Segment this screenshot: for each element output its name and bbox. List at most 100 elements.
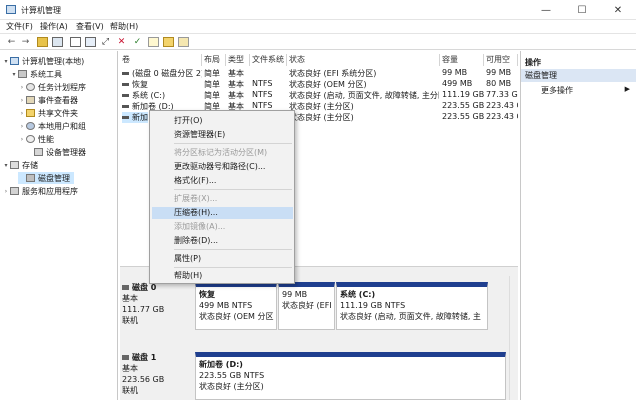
menu-change-drive-letter[interactable]: 更改驱动器号和路径(C)... — [152, 161, 293, 173]
column-header-free[interactable]: 可用空 — [484, 54, 518, 66]
chevron-right-icon[interactable]: ▶ — [625, 85, 630, 93]
clock-icon — [26, 83, 35, 91]
tree-shared-folders[interactable]: › 共享文件夹 — [18, 107, 78, 119]
menu-add-mirror[interactable]: 添加镜像(A)... — [152, 221, 293, 233]
menu-shrink-volume[interactable]: 压缩卷(H)... — [152, 207, 293, 219]
disk-type: 基本 — [122, 294, 138, 303]
cell-volume: 恢复 — [132, 80, 148, 89]
up-folder-icon[interactable] — [37, 37, 48, 47]
toolbar: ← → ⤢ ✕ ✓ — [0, 34, 636, 50]
table-row[interactable]: 系统 (C:) 简单 基本 NTFS 状态良好 (启动, 页面文件, 故障转储,… — [120, 90, 518, 101]
tree-storage[interactable]: ▾ 存储 — [2, 159, 38, 171]
partition-new-volume-d[interactable]: 新加卷 (D:) 223.55 GB NTFS 状态良好 (主分区) — [195, 352, 506, 400]
properties-icon[interactable] — [70, 37, 81, 47]
menu-format[interactable]: 格式化(F)... — [152, 175, 293, 187]
open-icon[interactable] — [148, 37, 159, 47]
expand-arrow-icon[interactable]: › — [18, 136, 26, 143]
cell-capacity: 223.55 GB — [442, 101, 485, 110]
actions-title: 操作 — [525, 58, 541, 67]
maximize-button[interactable]: ☐ — [564, 0, 600, 20]
minimize-button[interactable]: — — [528, 0, 564, 20]
close-button[interactable]: ✕ — [600, 0, 636, 20]
table-row[interactable]: 恢复 简单 基本 NTFS 状态良好 (OEM 分区) 499 MB 80 MB — [120, 79, 518, 90]
cell-type: 基本 — [228, 91, 244, 100]
more-actions[interactable]: 更多操作 — [541, 85, 573, 96]
view-icon[interactable] — [178, 37, 189, 47]
folder-icon[interactable] — [163, 37, 174, 47]
menu-view[interactable]: 查看(V) — [76, 21, 104, 32]
menu-separator — [174, 249, 292, 250]
cell-status: 状态良好 (OEM 分区) — [289, 80, 367, 89]
disk-type: 基本 — [122, 364, 138, 373]
computer-management-icon — [6, 5, 16, 14]
tree-services[interactable]: › 服务和应用程序 — [2, 185, 78, 197]
back-icon[interactable]: ← — [6, 37, 17, 47]
vertical-scrollbar[interactable] — [509, 276, 518, 400]
table-row[interactable]: (磁盘 0 磁盘分区 2) 简单 基本 状态良好 (EFI 系统分区) 99 M… — [120, 68, 518, 79]
shared-folder-icon — [26, 109, 35, 117]
menu-extend-volume[interactable]: 扩展卷(X)... — [152, 193, 293, 205]
expand-arrow-icon[interactable]: › — [2, 188, 10, 195]
cell-volume: 系统 (C:) — [132, 91, 166, 100]
menu-file[interactable]: 文件(F) — [6, 21, 33, 32]
tree-disk-management[interactable]: 磁盘管理 — [18, 172, 74, 184]
collapse-arrow-icon[interactable]: ▾ — [2, 58, 10, 65]
tree-event-viewer[interactable]: › 事件查看器 — [18, 94, 78, 106]
partition-recovery[interactable]: 恢复 499 MB NTFS 状态良好 (OEM 分区 — [195, 282, 277, 330]
users-icon — [26, 122, 35, 130]
tree-device-manager[interactable]: 设备管理器 — [26, 146, 86, 158]
disk-size: 111.77 GB — [122, 305, 165, 314]
tree-performance[interactable]: › 性能 — [18, 133, 54, 145]
show-hide-tree-icon[interactable] — [52, 37, 63, 47]
disk-name: 磁盘 0 — [132, 283, 157, 292]
expand-arrow-icon[interactable]: › — [18, 123, 26, 130]
expand-arrow-icon[interactable]: › — [18, 84, 26, 91]
cell-free: 99 MB — [486, 68, 512, 77]
partition-system-c[interactable]: 系统 (C:) 111.19 GB NTFS 状态良好 (启动, 页面文件, 故… — [336, 282, 488, 330]
partition-efi[interactable]: 99 MB 状态良好 (EFI 系 — [278, 282, 335, 330]
menu-delete-volume[interactable]: 删除卷(D)... — [152, 235, 293, 247]
expand-arrow-icon[interactable]: › — [18, 110, 26, 117]
cell-capacity: 99 MB — [442, 68, 468, 77]
cell-layout: 简单 — [204, 91, 220, 100]
collapse-arrow-icon[interactable]: ▾ — [2, 162, 10, 169]
disk-1-label[interactable]: 磁盘 1 基本 223.56 GB 联机 — [122, 352, 190, 396]
expand-arrow-icon[interactable]: › — [18, 97, 26, 104]
menu-help[interactable]: 帮助(H) — [110, 21, 138, 32]
disk-status: 联机 — [122, 316, 138, 325]
check-icon[interactable]: ✓ — [132, 37, 143, 47]
forward-icon[interactable]: → — [20, 37, 31, 47]
connect-icon[interactable]: ⤢ — [100, 37, 111, 47]
collapse-arrow-icon[interactable]: ▾ — [10, 71, 18, 78]
column-header-layout[interactable]: 布局 — [202, 54, 226, 66]
menu-properties[interactable]: 属性(P) — [152, 253, 293, 265]
tree-label: 事件查看器 — [38, 95, 78, 105]
cell-status: 状态良好 (主分区) — [289, 113, 354, 122]
delete-icon[interactable]: ✕ — [116, 37, 127, 47]
services-icon — [10, 187, 19, 195]
menu-open[interactable]: 打开(O) — [152, 115, 293, 127]
column-header-type[interactable]: 类型 — [226, 54, 250, 66]
tree-system-tools[interactable]: ▾ 系统工具 — [10, 68, 62, 80]
actions-section-disk-management[interactable]: 磁盘管理 — [521, 69, 636, 82]
disk-icon — [122, 355, 129, 360]
menu-separator — [174, 189, 292, 190]
column-header-capacity[interactable]: 容量 — [440, 54, 484, 66]
column-header-status[interactable]: 状态 — [287, 54, 440, 66]
tree-root[interactable]: ▾ 计算机管理(本地) — [2, 55, 84, 67]
disk-0-label[interactable]: 磁盘 0 基本 111.77 GB 联机 — [122, 282, 190, 326]
menu-action[interactable]: 操作(A) — [40, 21, 68, 32]
window-title: 计算机管理 — [21, 6, 61, 15]
disk-icon — [122, 285, 129, 290]
menu-mark-active[interactable]: 将分区标记为活动分区(M) — [152, 147, 293, 159]
help-icon[interactable] — [85, 37, 96, 47]
cell-filesystem: NTFS — [252, 79, 273, 88]
menu-separator — [174, 143, 292, 144]
menu-explorer[interactable]: 资源管理器(E) — [152, 129, 293, 141]
column-header-volume[interactable]: 卷 — [120, 54, 202, 66]
tree-task-scheduler[interactable]: › 任务计划程序 — [18, 81, 86, 93]
cell-type: 基本 — [228, 80, 244, 89]
tree-local-users[interactable]: › 本地用户和组 — [18, 120, 86, 132]
column-header-filesystem[interactable]: 文件系统 — [250, 54, 287, 66]
menu-help[interactable]: 帮助(H) — [152, 270, 293, 282]
